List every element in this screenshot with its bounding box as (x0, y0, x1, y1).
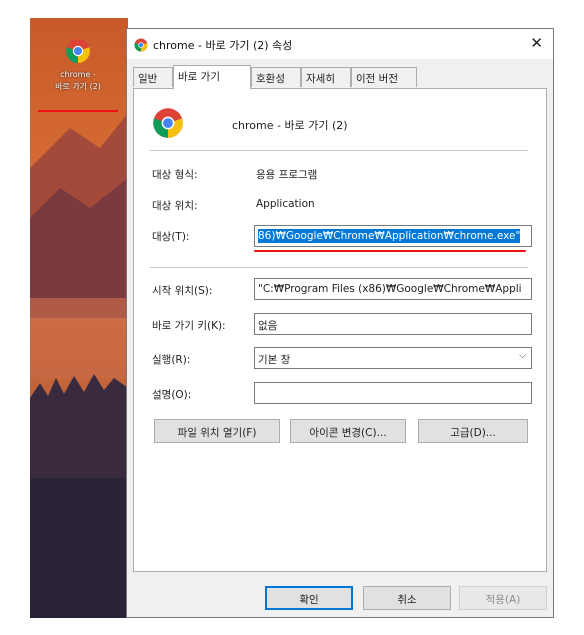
comment-field[interactable] (254, 382, 532, 404)
chrome-icon (152, 107, 184, 143)
change-icon-button[interactable]: 아이콘 변경(C)... (290, 419, 406, 443)
ok-button[interactable]: 확인 (265, 586, 353, 610)
run-select[interactable]: 기본 창 ⌵ (254, 347, 532, 369)
tab-general[interactable]: 일반 (133, 67, 173, 87)
chrome-icon (65, 38, 91, 64)
target-type-label: 대상 형식: (152, 169, 198, 181)
window-title: chrome - 바로 가기 (2) 속성 (153, 39, 293, 52)
run-label: 실행(R): (152, 354, 191, 366)
desktop-icon-caption-line2: 바로 가기 (2) (55, 82, 101, 91)
target-field-text: 86)₩Google₩Chrome₩Application₩chrome.exe… (258, 229, 521, 243)
open-file-location-button[interactable]: 파일 위치 열기(F) (154, 419, 280, 443)
shortcut-name: chrome - 바로 가기 (2) (232, 119, 348, 132)
shortcut-key-field[interactable]: 없음 (254, 313, 532, 335)
tab-compatibility[interactable]: 호환성 (251, 67, 301, 87)
properties-dialog: chrome - 바로 가기 (2) 속성 ✕ 일반 바로 가기 호환성 자세히… (126, 28, 554, 618)
shortcut-tab-panel: chrome - 바로 가기 (2) 대상 형식: 응용 프로그램 대상 위치:… (133, 88, 547, 572)
start-in-label: 시작 위치(S): (152, 285, 213, 297)
close-icon[interactable]: ✕ (530, 34, 543, 52)
start-in-field[interactable]: "C:₩Program Files (x86)₩Google₩Chrome₩Ap… (254, 278, 532, 300)
advanced-button[interactable]: 고급(D)... (418, 419, 528, 443)
desktop-wallpaper: chrome - 바로 가기 (2) (30, 18, 128, 618)
tab-details[interactable]: 자세히 (301, 67, 351, 87)
target-location-label: 대상 위치: (152, 200, 198, 212)
annotation-underline (38, 110, 118, 112)
cancel-button[interactable]: 취소 (363, 586, 451, 610)
title-bar[interactable]: chrome - 바로 가기 (2) 속성 ✕ (127, 29, 553, 59)
shortcut-key-label: 바로 가기 키(K): (152, 320, 226, 332)
chrome-icon (134, 37, 148, 56)
tab-shortcut[interactable]: 바로 가기 (173, 65, 251, 89)
desktop-shortcut-chrome[interactable]: chrome - 바로 가기 (2) (36, 38, 120, 92)
separator (150, 267, 528, 268)
apply-button[interactable]: 적용(A) (459, 586, 547, 610)
desktop-icon-caption-line1: chrome - (60, 70, 96, 79)
target-location-value: Application (256, 198, 315, 210)
tab-previous-versions[interactable]: 이전 버전 (351, 67, 417, 87)
run-select-value: 기본 창 (258, 354, 291, 366)
wallpaper-illustration (30, 18, 128, 618)
target-field[interactable]: 86)₩Google₩Chrome₩Application₩chrome.exe… (254, 225, 532, 247)
chevron-down-icon: ⌵ (519, 351, 526, 361)
target-type-value: 응용 프로그램 (256, 169, 318, 181)
comment-label: 설명(O): (152, 389, 192, 401)
separator (150, 150, 528, 151)
target-label: 대상(T): (152, 231, 190, 243)
annotation-underline (254, 250, 526, 252)
